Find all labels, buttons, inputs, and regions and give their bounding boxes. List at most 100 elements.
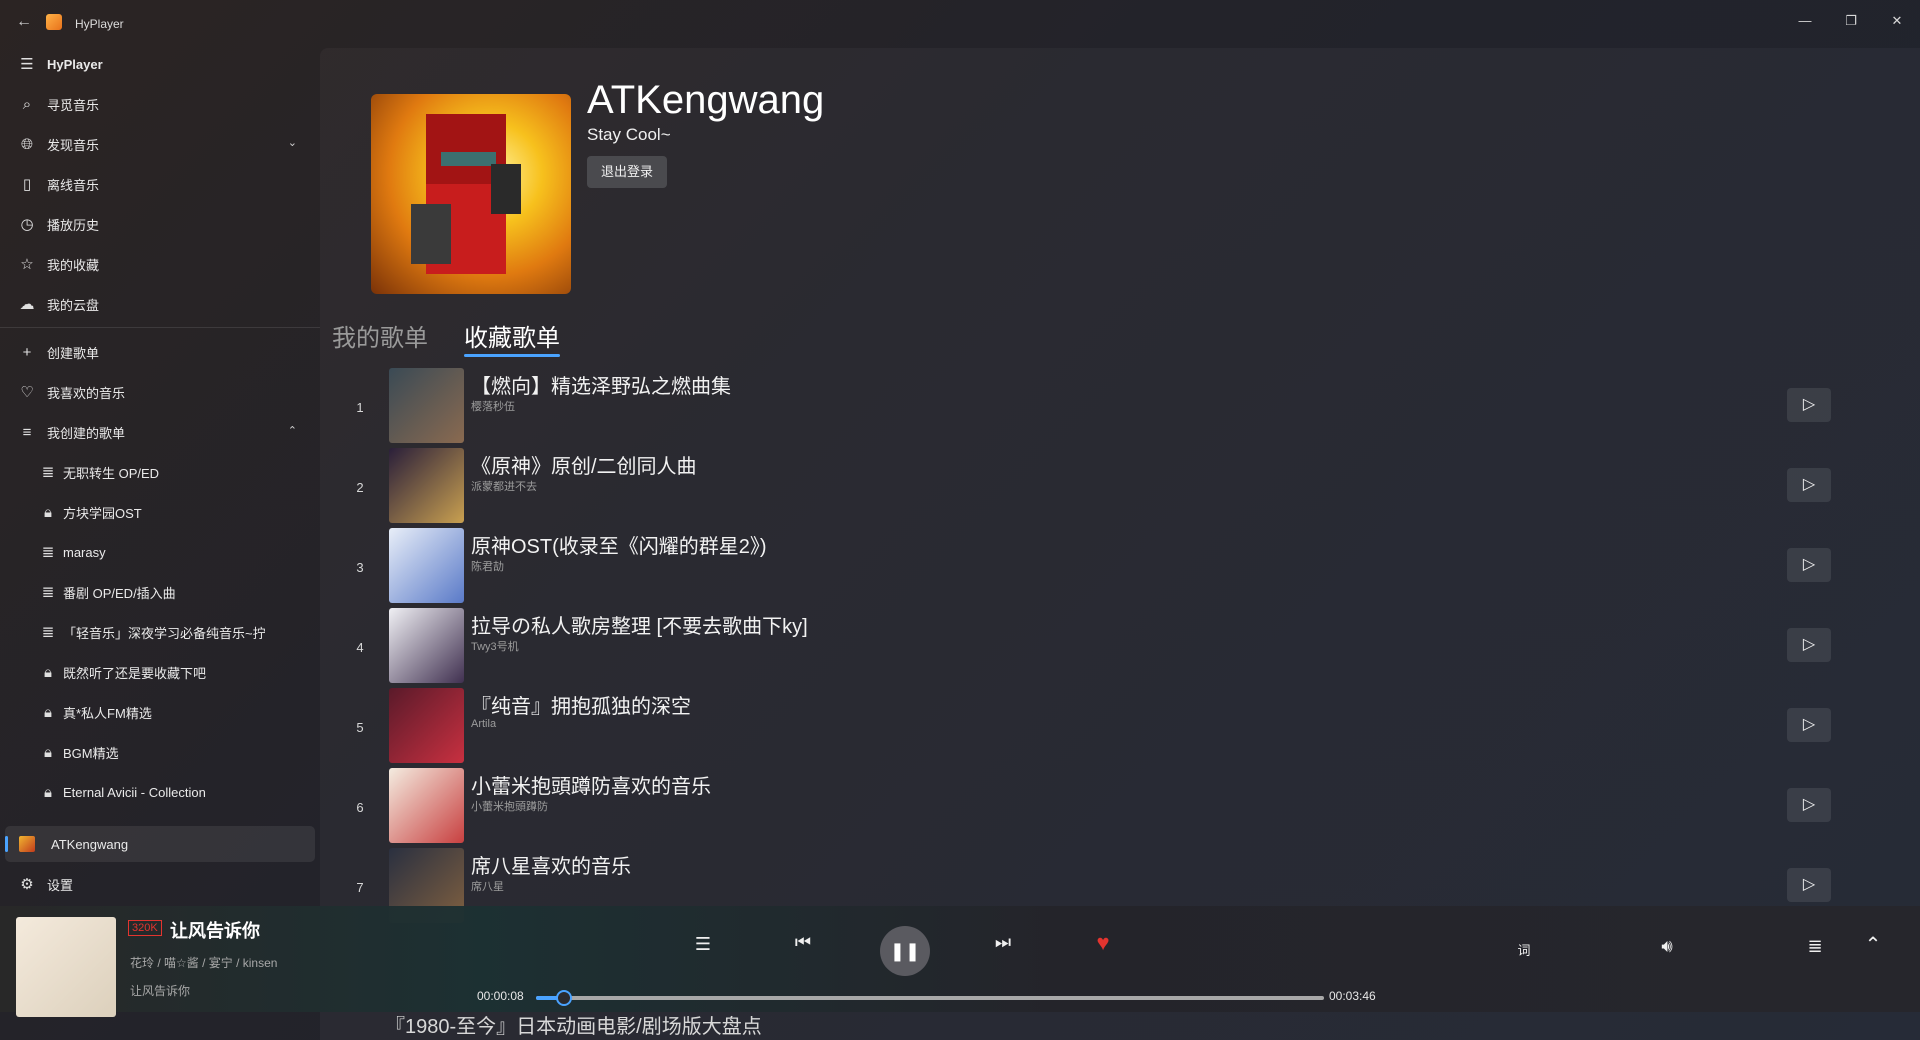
playlist-cover[interactable] bbox=[389, 368, 464, 443]
clock-icon: ◷ bbox=[20, 216, 34, 233]
next-icon[interactable]: ⏭︎ bbox=[988, 932, 1018, 953]
player-bar: 320K 让风告诉你 花玲 / 喵☆酱 / 宴宁 / kinsen 让风告诉你 … bbox=[0, 906, 1920, 1017]
playlist-title[interactable]: 《原神》原创/二创同人曲 bbox=[471, 450, 697, 479]
title-bar: ← HyPlayer — ❐ ✕ bbox=[0, 0, 1920, 46]
play-button[interactable]: ▷ bbox=[1787, 788, 1831, 822]
list-item[interactable]: 4 拉导の私人歌房整理 [不要去歌曲下ky] Twy3号机 ▷ bbox=[320, 608, 1920, 688]
row-index: 1 bbox=[356, 400, 364, 415]
playlist-creator[interactable]: 派蒙都进不去 bbox=[471, 478, 537, 494]
sidebar-item-settings[interactable]: ⚙︎ 设置 bbox=[5, 866, 315, 902]
tab-my-playlists[interactable]: 我的歌单 bbox=[332, 318, 428, 353]
sidebar-item-my-playlists[interactable]: ≡ 我创建的歌单 ⌃ bbox=[5, 414, 315, 450]
sidebar-playlist-item[interactable]: ≣ marasy bbox=[5, 534, 315, 570]
globe-icon: 🌐︎ bbox=[20, 135, 33, 153]
playlist-creator[interactable]: Twy3号机 bbox=[471, 638, 519, 654]
row-index: 2 bbox=[356, 480, 364, 495]
play-button[interactable]: ▷ bbox=[1787, 708, 1831, 742]
tab-collected-playlists[interactable]: 收藏歌单 bbox=[464, 318, 560, 353]
playlist-creator[interactable]: 樱落秒伍 bbox=[471, 398, 515, 414]
sidebar-playlist-item[interactable]: 🔒︎ 方块学园OST bbox=[5, 494, 315, 530]
logout-button[interactable]: 退出登录 bbox=[587, 156, 667, 188]
playlist-creator[interactable]: 小蕾米抱頭蹲防 bbox=[471, 798, 548, 814]
playlist-title[interactable]: 【燃向】精选泽野弘之燃曲集 bbox=[471, 370, 731, 399]
playlist-creator[interactable]: 陈君劼 bbox=[471, 558, 504, 574]
hamburger-menu-icon[interactable]: ☰ bbox=[9, 55, 45, 73]
playlist-title[interactable]: 原神OST(收录至《闪耀的群星2》) bbox=[471, 530, 767, 559]
list-item[interactable]: 5 『纯音』拥抱孤独的深空 Artila ▷ bbox=[320, 688, 1920, 768]
play-button[interactable]: ▷ bbox=[1787, 628, 1831, 662]
sidebar-item-account[interactable]: ATKengwang bbox=[5, 826, 315, 862]
progress-thumb[interactable] bbox=[555, 990, 572, 1006]
list-icon[interactable]: ≣ bbox=[1800, 936, 1830, 957]
playlist-cover[interactable] bbox=[389, 688, 464, 763]
heart-icon[interactable]: ♥ bbox=[1088, 930, 1118, 956]
playlist-cover[interactable] bbox=[389, 448, 464, 523]
play-icon: ▷ bbox=[1802, 636, 1816, 653]
sidebar-playlist-item[interactable]: ≣ 无职转生 OP/ED bbox=[5, 454, 315, 490]
play-button[interactable]: ▷ bbox=[1787, 868, 1831, 902]
sidebar-playlist-item[interactable]: 🔒︎ 真*私人FM精选 bbox=[5, 694, 315, 730]
play-button[interactable]: ▷ bbox=[1787, 468, 1831, 502]
lyrics-button[interactable]: 词 bbox=[1512, 940, 1536, 959]
sidebar-item-history[interactable]: ◷ 播放历史 bbox=[5, 206, 315, 242]
phone-icon: ▯ bbox=[22, 176, 32, 193]
play-button[interactable]: ▷ bbox=[1787, 388, 1831, 422]
playlist-cover[interactable] bbox=[389, 768, 464, 843]
window-title: HyPlayer bbox=[75, 17, 124, 31]
playlist-icon[interactable]: ☰ bbox=[688, 934, 718, 955]
sidebar-item-favorites[interactable]: ☆ 我的收藏 bbox=[5, 246, 315, 282]
sidebar-item-create-playlist[interactable]: + 创建歌单 bbox=[5, 334, 315, 370]
now-playing-title[interactable]: 让风告诉你 bbox=[170, 917, 260, 943]
tab-active-indicator bbox=[464, 354, 560, 357]
row-index: 7 bbox=[356, 880, 364, 895]
sidebar-item-cloud[interactable]: ☁︎ 我的云盘 bbox=[5, 286, 315, 322]
now-playing-album[interactable]: 让风告诉你 bbox=[130, 982, 190, 999]
playlist-title[interactable]: 『纯音』拥抱孤独的深空 bbox=[471, 690, 691, 719]
search-icon: ⌕ bbox=[22, 95, 32, 113]
row-index: 4 bbox=[356, 640, 364, 655]
sidebar-playlist-item[interactable]: 🔒︎ Eternal Avicii - Collection bbox=[5, 774, 315, 810]
playlist-title[interactable]: 拉导の私人歌房整理 [不要去歌曲下ky] bbox=[471, 610, 808, 639]
playlist-cover[interactable] bbox=[389, 608, 464, 683]
playlist-title[interactable]: 席八星喜欢的音乐 bbox=[471, 850, 631, 879]
row-index: 6 bbox=[356, 800, 364, 815]
lock-icon: 🔒︎ bbox=[44, 783, 52, 801]
pause-button[interactable]: ❚❚ bbox=[880, 926, 930, 976]
total-time: 00:03:46 bbox=[1329, 989, 1376, 1003]
chevron-up-icon[interactable]: ⌃ bbox=[1858, 932, 1888, 957]
play-button[interactable]: ▷ bbox=[1787, 548, 1831, 582]
minimize-button[interactable]: — bbox=[1782, 6, 1828, 36]
now-playing-artist[interactable]: 花玲 / 喵☆酱 / 宴宁 / kinsen bbox=[130, 954, 277, 971]
playlist-creator[interactable]: 席八星 bbox=[471, 878, 504, 894]
now-playing-cover[interactable] bbox=[16, 917, 116, 1017]
playlist-cover[interactable] bbox=[389, 528, 464, 603]
sidebar-divider bbox=[0, 327, 320, 328]
close-button[interactable]: ✕ bbox=[1874, 6, 1920, 36]
list-item[interactable]: 2 《原神》原创/二创同人曲 派蒙都进不去 ▷ bbox=[320, 448, 1920, 528]
list-item[interactable]: 6 小蕾米抱頭蹲防喜欢的音乐 小蕾米抱頭蹲防 ▷ bbox=[320, 768, 1920, 848]
sidebar-item-search[interactable]: ⌕ 寻觅音乐 bbox=[5, 86, 315, 122]
cloud-icon: ☁︎ bbox=[19, 296, 35, 313]
list-item[interactable]: 3 原神OST(收录至《闪耀的群星2》) 陈君劼 ▷ bbox=[320, 528, 1920, 608]
volume-icon[interactable]: 🔊︎ bbox=[1652, 936, 1682, 957]
sidebar-item-offline[interactable]: ▯ 离线音乐 bbox=[5, 166, 315, 202]
list-item[interactable]: 1 【燃向】精选泽野弘之燃曲集 樱落秒伍 ▷ bbox=[320, 368, 1920, 448]
sidebar-item-liked-music[interactable]: ♡ 我喜欢的音乐 bbox=[5, 374, 315, 410]
list-item-partial-title[interactable]: 『1980-至今』日本动画电影/剧场版大盘点 bbox=[385, 1010, 762, 1039]
sidebar-header-hyplayer[interactable]: ☰ HyPlayer bbox=[5, 46, 315, 82]
playlist-title[interactable]: 小蕾米抱頭蹲防喜欢的音乐 bbox=[471, 770, 711, 799]
profile-username: ATKengwang bbox=[587, 78, 825, 122]
chevron-down-icon: ⌄ bbox=[287, 137, 297, 149]
sidebar-playlist-item[interactable]: ≣ 「轻音乐」深夜学习必备纯音乐~拧 bbox=[5, 614, 315, 650]
back-icon[interactable]: ← bbox=[14, 12, 34, 32]
main-content: ATKengwang Stay Cool~ 退出登录 我的歌单 收藏歌单 1 【… bbox=[320, 48, 1920, 1040]
playlist-creator[interactable]: Artila bbox=[471, 718, 496, 730]
sidebar-playlist-item[interactable]: ≣ 番剧 OP/ED/插入曲 bbox=[5, 574, 315, 610]
maximize-button[interactable]: ❐ bbox=[1828, 6, 1874, 36]
sidebar-playlist-item[interactable]: 🔒︎ 既然听了还是要收藏下吧 bbox=[5, 654, 315, 690]
sidebar-playlist-item[interactable]: 🔒︎ BGM精选 bbox=[5, 734, 315, 770]
progress-bar[interactable] bbox=[536, 990, 1324, 1006]
playlist-icon: ≣ bbox=[41, 544, 55, 561]
sidebar-item-discover[interactable]: 🌐︎ 发现音乐 ⌄ bbox=[5, 126, 315, 162]
previous-icon[interactable]: ⏮︎ bbox=[788, 932, 818, 953]
